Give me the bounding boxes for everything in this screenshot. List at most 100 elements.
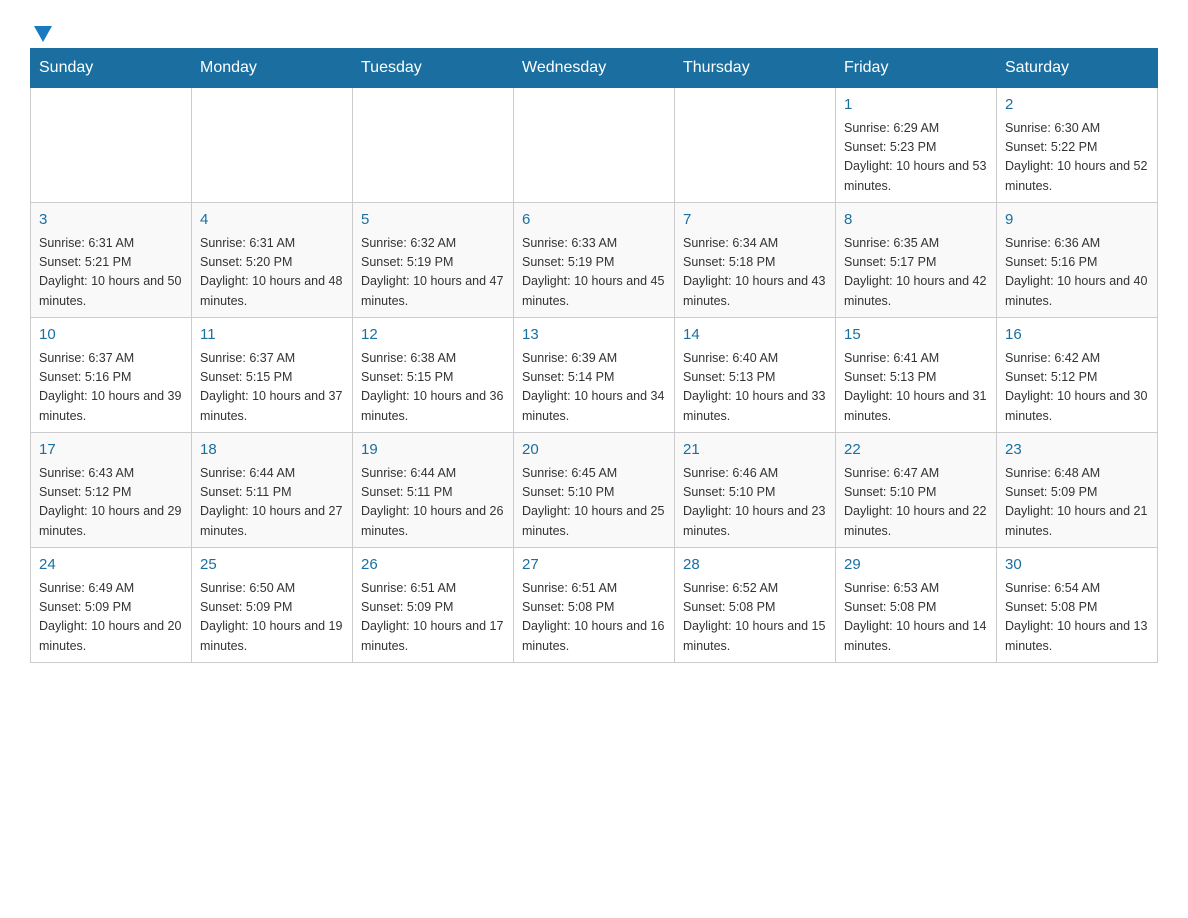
day-info: Sunrise: 6:31 AMSunset: 5:21 PMDaylight:… bbox=[39, 234, 183, 312]
calendar-cell: 8Sunrise: 6:35 AMSunset: 5:17 PMDaylight… bbox=[836, 203, 997, 318]
calendar-cell: 26Sunrise: 6:51 AMSunset: 5:09 PMDayligh… bbox=[353, 548, 514, 663]
calendar-cell: 23Sunrise: 6:48 AMSunset: 5:09 PMDayligh… bbox=[997, 433, 1158, 548]
calendar-cell: 7Sunrise: 6:34 AMSunset: 5:18 PMDaylight… bbox=[675, 203, 836, 318]
day-number: 26 bbox=[361, 554, 505, 577]
day-info: Sunrise: 6:39 AMSunset: 5:14 PMDaylight:… bbox=[522, 349, 666, 427]
calendar-cell: 22Sunrise: 6:47 AMSunset: 5:10 PMDayligh… bbox=[836, 433, 997, 548]
calendar-table: SundayMondayTuesdayWednesdayThursdayFrid… bbox=[30, 48, 1158, 663]
day-info: Sunrise: 6:37 AMSunset: 5:15 PMDaylight:… bbox=[200, 349, 344, 427]
day-number: 16 bbox=[1005, 324, 1149, 347]
day-info: Sunrise: 6:51 AMSunset: 5:09 PMDaylight:… bbox=[361, 579, 505, 657]
day-info: Sunrise: 6:53 AMSunset: 5:08 PMDaylight:… bbox=[844, 579, 988, 657]
day-info: Sunrise: 6:45 AMSunset: 5:10 PMDaylight:… bbox=[522, 464, 666, 542]
calendar-week-row: 17Sunrise: 6:43 AMSunset: 5:12 PMDayligh… bbox=[31, 433, 1158, 548]
day-info: Sunrise: 6:54 AMSunset: 5:08 PMDaylight:… bbox=[1005, 579, 1149, 657]
day-info: Sunrise: 6:34 AMSunset: 5:18 PMDaylight:… bbox=[683, 234, 827, 312]
calendar-week-row: 24Sunrise: 6:49 AMSunset: 5:09 PMDayligh… bbox=[31, 548, 1158, 663]
calendar-week-row: 3Sunrise: 6:31 AMSunset: 5:21 PMDaylight… bbox=[31, 203, 1158, 318]
day-number: 29 bbox=[844, 554, 988, 577]
day-number: 4 bbox=[200, 209, 344, 232]
day-number: 7 bbox=[683, 209, 827, 232]
day-number: 10 bbox=[39, 324, 183, 347]
day-info: Sunrise: 6:42 AMSunset: 5:12 PMDaylight:… bbox=[1005, 349, 1149, 427]
day-number: 23 bbox=[1005, 439, 1149, 462]
calendar-cell: 16Sunrise: 6:42 AMSunset: 5:12 PMDayligh… bbox=[997, 318, 1158, 433]
calendar-cell bbox=[514, 88, 675, 203]
day-number: 24 bbox=[39, 554, 183, 577]
calendar-cell: 25Sunrise: 6:50 AMSunset: 5:09 PMDayligh… bbox=[192, 548, 353, 663]
day-info: Sunrise: 6:51 AMSunset: 5:08 PMDaylight:… bbox=[522, 579, 666, 657]
day-info: Sunrise: 6:29 AMSunset: 5:23 PMDaylight:… bbox=[844, 119, 988, 197]
day-number: 5 bbox=[361, 209, 505, 232]
day-number: 3 bbox=[39, 209, 183, 232]
day-info: Sunrise: 6:50 AMSunset: 5:09 PMDaylight:… bbox=[200, 579, 344, 657]
day-number: 11 bbox=[200, 324, 344, 347]
day-number: 30 bbox=[1005, 554, 1149, 577]
calendar-cell: 20Sunrise: 6:45 AMSunset: 5:10 PMDayligh… bbox=[514, 433, 675, 548]
day-info: Sunrise: 6:32 AMSunset: 5:19 PMDaylight:… bbox=[361, 234, 505, 312]
calendar-cell: 2Sunrise: 6:30 AMSunset: 5:22 PMDaylight… bbox=[997, 88, 1158, 203]
day-info: Sunrise: 6:35 AMSunset: 5:17 PMDaylight:… bbox=[844, 234, 988, 312]
calendar-cell: 17Sunrise: 6:43 AMSunset: 5:12 PMDayligh… bbox=[31, 433, 192, 548]
weekday-header-tuesday: Tuesday bbox=[353, 49, 514, 88]
day-number: 9 bbox=[1005, 209, 1149, 232]
calendar-cell: 24Sunrise: 6:49 AMSunset: 5:09 PMDayligh… bbox=[31, 548, 192, 663]
day-number: 8 bbox=[844, 209, 988, 232]
calendar-cell: 10Sunrise: 6:37 AMSunset: 5:16 PMDayligh… bbox=[31, 318, 192, 433]
weekday-header-thursday: Thursday bbox=[675, 49, 836, 88]
calendar-cell: 30Sunrise: 6:54 AMSunset: 5:08 PMDayligh… bbox=[997, 548, 1158, 663]
calendar-cell: 29Sunrise: 6:53 AMSunset: 5:08 PMDayligh… bbox=[836, 548, 997, 663]
day-info: Sunrise: 6:52 AMSunset: 5:08 PMDaylight:… bbox=[683, 579, 827, 657]
day-number: 1 bbox=[844, 94, 988, 117]
day-number: 2 bbox=[1005, 94, 1149, 117]
day-info: Sunrise: 6:38 AMSunset: 5:15 PMDaylight:… bbox=[361, 349, 505, 427]
day-number: 20 bbox=[522, 439, 666, 462]
day-info: Sunrise: 6:40 AMSunset: 5:13 PMDaylight:… bbox=[683, 349, 827, 427]
day-number: 18 bbox=[200, 439, 344, 462]
weekday-header-friday: Friday bbox=[836, 49, 997, 88]
calendar-cell: 4Sunrise: 6:31 AMSunset: 5:20 PMDaylight… bbox=[192, 203, 353, 318]
day-number: 6 bbox=[522, 209, 666, 232]
calendar-cell bbox=[31, 88, 192, 203]
page-header bbox=[30, 20, 1158, 38]
day-info: Sunrise: 6:43 AMSunset: 5:12 PMDaylight:… bbox=[39, 464, 183, 542]
day-info: Sunrise: 6:31 AMSunset: 5:20 PMDaylight:… bbox=[200, 234, 344, 312]
calendar-cell: 9Sunrise: 6:36 AMSunset: 5:16 PMDaylight… bbox=[997, 203, 1158, 318]
day-info: Sunrise: 6:48 AMSunset: 5:09 PMDaylight:… bbox=[1005, 464, 1149, 542]
calendar-week-row: 1Sunrise: 6:29 AMSunset: 5:23 PMDaylight… bbox=[31, 88, 1158, 203]
day-number: 27 bbox=[522, 554, 666, 577]
weekday-header-sunday: Sunday bbox=[31, 49, 192, 88]
day-number: 22 bbox=[844, 439, 988, 462]
day-info: Sunrise: 6:33 AMSunset: 5:19 PMDaylight:… bbox=[522, 234, 666, 312]
calendar-cell: 11Sunrise: 6:37 AMSunset: 5:15 PMDayligh… bbox=[192, 318, 353, 433]
day-number: 15 bbox=[844, 324, 988, 347]
calendar-cell: 3Sunrise: 6:31 AMSunset: 5:21 PMDaylight… bbox=[31, 203, 192, 318]
calendar-cell bbox=[353, 88, 514, 203]
calendar-cell: 18Sunrise: 6:44 AMSunset: 5:11 PMDayligh… bbox=[192, 433, 353, 548]
weekday-header-monday: Monday bbox=[192, 49, 353, 88]
day-number: 25 bbox=[200, 554, 344, 577]
calendar-cell: 15Sunrise: 6:41 AMSunset: 5:13 PMDayligh… bbox=[836, 318, 997, 433]
logo bbox=[30, 20, 54, 38]
day-info: Sunrise: 6:47 AMSunset: 5:10 PMDaylight:… bbox=[844, 464, 988, 542]
calendar-cell bbox=[192, 88, 353, 203]
day-info: Sunrise: 6:49 AMSunset: 5:09 PMDaylight:… bbox=[39, 579, 183, 657]
calendar-week-row: 10Sunrise: 6:37 AMSunset: 5:16 PMDayligh… bbox=[31, 318, 1158, 433]
calendar-cell: 21Sunrise: 6:46 AMSunset: 5:10 PMDayligh… bbox=[675, 433, 836, 548]
day-number: 13 bbox=[522, 324, 666, 347]
day-info: Sunrise: 6:44 AMSunset: 5:11 PMDaylight:… bbox=[361, 464, 505, 542]
day-number: 14 bbox=[683, 324, 827, 347]
calendar-cell: 1Sunrise: 6:29 AMSunset: 5:23 PMDaylight… bbox=[836, 88, 997, 203]
calendar-cell: 6Sunrise: 6:33 AMSunset: 5:19 PMDaylight… bbox=[514, 203, 675, 318]
logo-triangle-icon bbox=[32, 22, 54, 44]
calendar-header-row: SundayMondayTuesdayWednesdayThursdayFrid… bbox=[31, 49, 1158, 88]
calendar-cell: 12Sunrise: 6:38 AMSunset: 5:15 PMDayligh… bbox=[353, 318, 514, 433]
weekday-header-saturday: Saturday bbox=[997, 49, 1158, 88]
day-info: Sunrise: 6:44 AMSunset: 5:11 PMDaylight:… bbox=[200, 464, 344, 542]
weekday-header-wednesday: Wednesday bbox=[514, 49, 675, 88]
calendar-cell: 19Sunrise: 6:44 AMSunset: 5:11 PMDayligh… bbox=[353, 433, 514, 548]
day-number: 17 bbox=[39, 439, 183, 462]
calendar-cell: 28Sunrise: 6:52 AMSunset: 5:08 PMDayligh… bbox=[675, 548, 836, 663]
day-info: Sunrise: 6:41 AMSunset: 5:13 PMDaylight:… bbox=[844, 349, 988, 427]
day-info: Sunrise: 6:36 AMSunset: 5:16 PMDaylight:… bbox=[1005, 234, 1149, 312]
